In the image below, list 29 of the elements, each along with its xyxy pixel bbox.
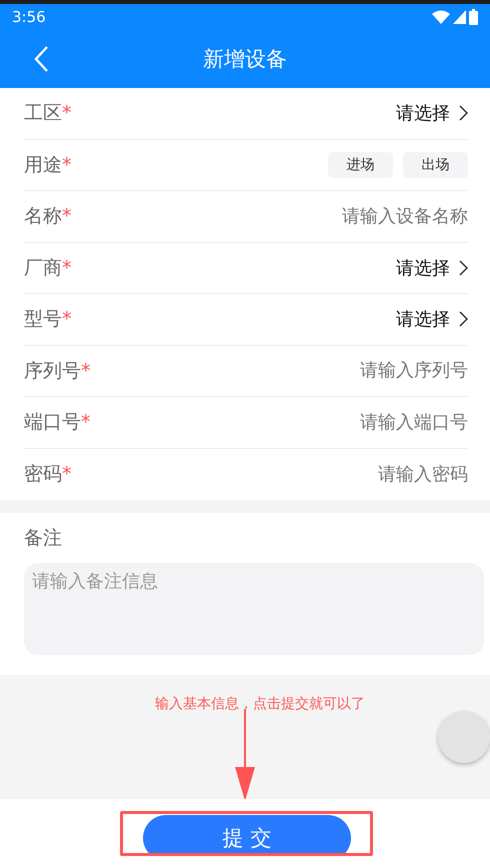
- submit-button[interactable]: 提 交: [143, 815, 351, 853]
- field-label: 密码*: [24, 462, 72, 488]
- option-chip[interactable]: 进场: [328, 152, 393, 178]
- chevron-icon: [458, 258, 468, 277]
- input-field[interactable]: 请输入设备名称: [208, 206, 468, 227]
- signal-icon: [453, 10, 466, 24]
- input-field[interactable]: 请输入序列号: [208, 360, 468, 382]
- page-title: 新增设备: [203, 47, 287, 71]
- battery-icon: [469, 9, 478, 25]
- field-label: 型号*: [24, 307, 72, 332]
- chevron-icon: [458, 104, 468, 122]
- field-label: 名称*: [24, 204, 72, 230]
- wifi-icon: [432, 10, 450, 24]
- remark-field[interactable]: 请输入备注信息: [24, 563, 484, 655]
- option-chip[interactable]: 出场: [403, 152, 468, 178]
- select-field[interactable]: 请选择: [396, 101, 468, 126]
- arrow-icon: [234, 709, 256, 801]
- field-label: 端口号*: [24, 410, 90, 436]
- input-field[interactable]: 请输入密码: [208, 464, 468, 485]
- field-label: 工区*: [24, 101, 72, 126]
- select-field[interactable]: 请选择: [396, 307, 468, 332]
- field-label: 序列号*: [24, 358, 90, 384]
- input-field[interactable]: 请输入端口号: [208, 412, 468, 433]
- status-time: 3:56: [12, 8, 46, 26]
- chevron-icon: [458, 310, 468, 328]
- remark-label: 备注: [24, 526, 63, 551]
- field-label: 厂商*: [24, 256, 72, 281]
- select-field[interactable]: 请选择: [396, 256, 468, 280]
- field-label: 用途*: [24, 152, 72, 178]
